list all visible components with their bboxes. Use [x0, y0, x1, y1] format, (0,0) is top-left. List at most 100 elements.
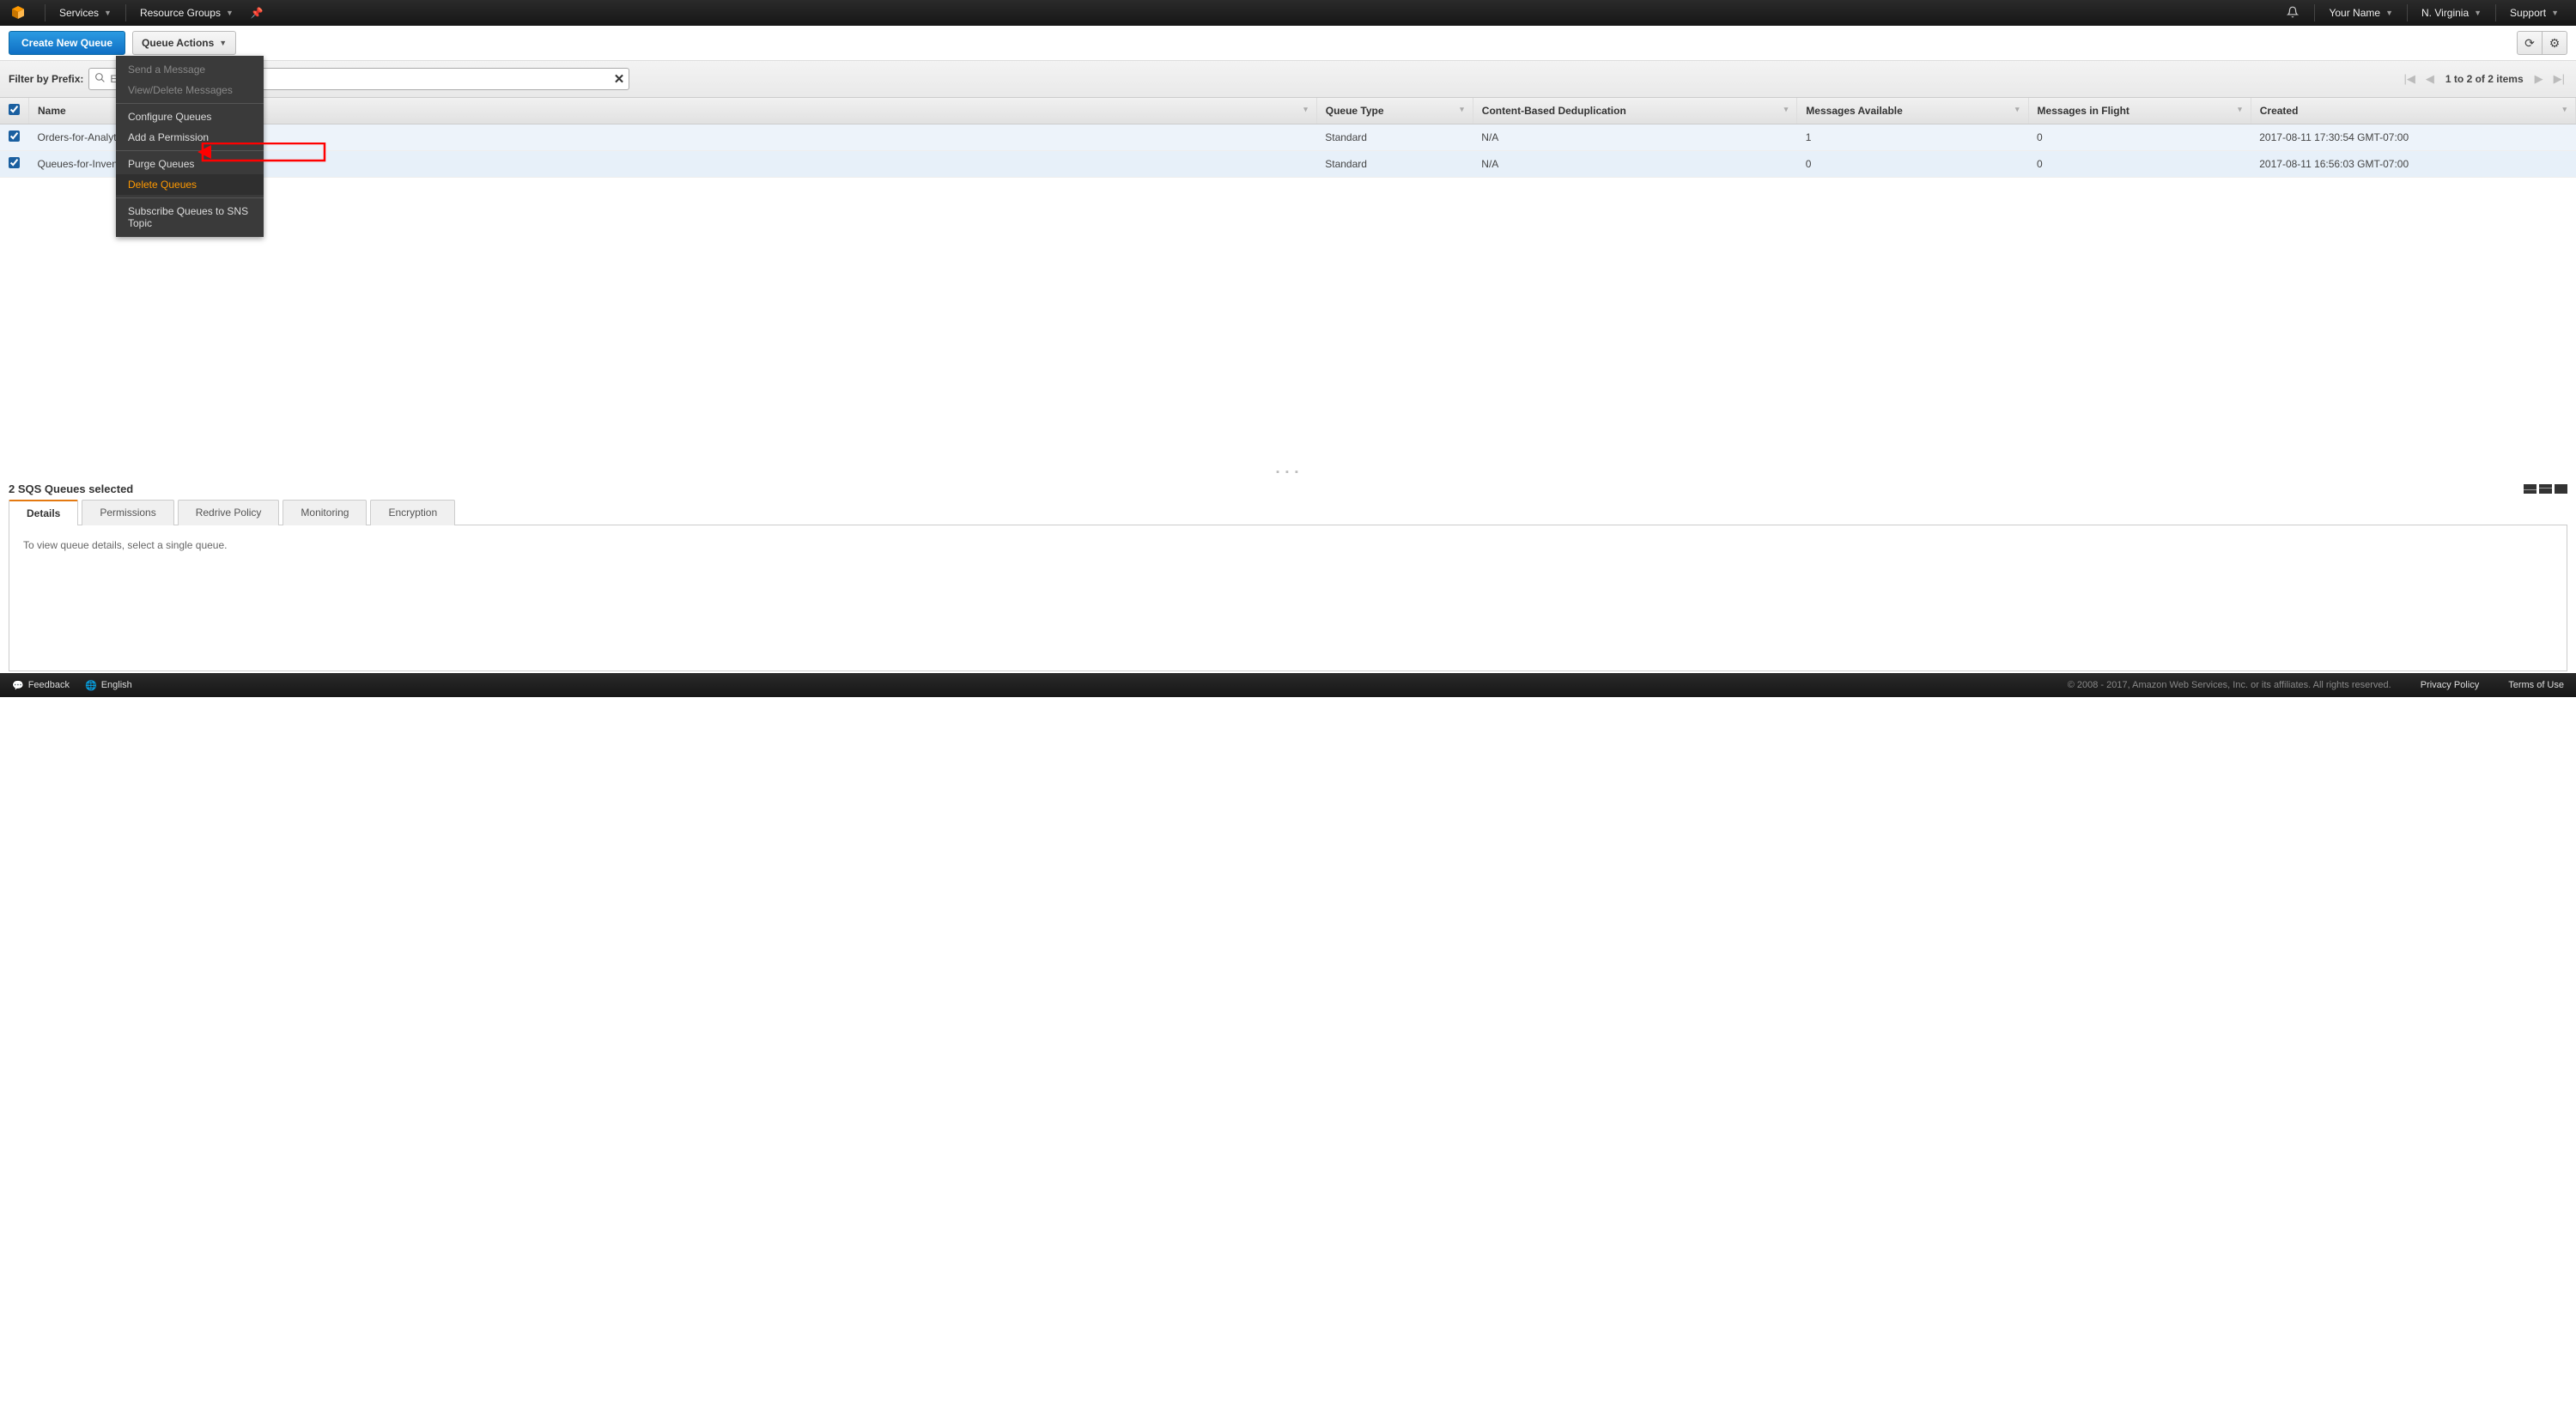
tab-details[interactable]: Details — [9, 500, 78, 525]
layout-full-icon[interactable] — [2555, 484, 2567, 494]
pager-status: 1 to 2 of 2 items — [2442, 73, 2527, 85]
pager-prev-button[interactable]: ◀ — [2423, 70, 2437, 88]
menu-configure-queues[interactable]: Configure Queues — [116, 106, 264, 127]
row-checkbox[interactable] — [9, 130, 20, 142]
notifications-icon[interactable] — [2276, 6, 2309, 21]
cell-type: Standard — [1316, 151, 1473, 178]
nav-region-label: N. Virginia — [2421, 7, 2469, 19]
row-checkbox[interactable] — [9, 157, 20, 168]
pager-last-button[interactable]: ▶| — [2551, 70, 2567, 88]
clear-filter-button[interactable]: ✕ — [614, 71, 625, 87]
refresh-button[interactable]: ⟳ — [2517, 31, 2543, 55]
pager: |◀ ◀ 1 to 2 of 2 items ▶ ▶| — [2402, 70, 2567, 88]
nav-support[interactable]: Support ▼ — [2501, 0, 2567, 26]
nav-services[interactable]: Services ▼ — [51, 0, 120, 26]
cell-created: 2017-08-11 17:30:54 GMT-07:00 — [2251, 124, 2575, 151]
menu-purge-queues[interactable]: Purge Queues — [116, 154, 264, 174]
nav-user[interactable]: Your Name ▼ — [2320, 0, 2402, 26]
caret-down-icon: ▼ — [2385, 9, 2393, 17]
menu-delete-queues[interactable]: Delete Queues — [116, 174, 264, 195]
nav-support-label: Support — [2510, 7, 2546, 19]
layout-icons — [2524, 484, 2567, 494]
layout-bottom-icon[interactable] — [2539, 484, 2552, 494]
sort-caret-icon: ▾ — [2562, 105, 2567, 114]
pager-next-button[interactable]: ▶ — [2532, 70, 2546, 88]
menu-send-message: Send a Message — [116, 59, 264, 80]
refresh-icon: ⟳ — [2524, 36, 2535, 51]
cell-avail: 1 — [1797, 124, 2028, 151]
table-row[interactable]: Queues-for-Invento Standard N/A 0 0 2017… — [0, 151, 2576, 178]
tab-body-text: To view queue details, select a single q… — [23, 539, 228, 551]
queues-table: Name▾ Queue Type▾ Content-Based Deduplic… — [0, 98, 2576, 178]
select-all-checkbox[interactable] — [9, 104, 20, 115]
cell-dedup: N/A — [1473, 124, 1797, 151]
cell-flight: 0 — [2028, 151, 2251, 178]
footer: 💬Feedback 🌐English © 2008 - 2017, Amazon… — [0, 673, 2576, 697]
filter-bar: Filter by Prefix: ✕ |◀ ◀ 1 to 2 of 2 ite… — [0, 61, 2576, 98]
top-nav: Services▼ Resource Groups▼ 📌 Your Name▼ … — [0, 0, 2576, 26]
panel-splitter[interactable]: ▪ ▪ ▪ — [9, 465, 2567, 479]
tabs: Details Permissions Redrive Policy Monit… — [9, 499, 2567, 525]
menu-divider — [116, 197, 264, 198]
caret-down-icon: ▼ — [104, 9, 112, 17]
terms-link[interactable]: Terms of Use — [2508, 680, 2564, 690]
col-dedup[interactable]: Content-Based Deduplication▾ — [1473, 98, 1797, 124]
caret-down-icon: ▼ — [2551, 9, 2559, 17]
col-flight[interactable]: Messages in Flight▾ — [2028, 98, 2251, 124]
gear-icon: ⚙ — [2549, 36, 2561, 51]
nav-services-label: Services — [59, 7, 99, 19]
col-created[interactable]: Created▾ — [2251, 98, 2575, 124]
tab-redrive[interactable]: Redrive Policy — [178, 500, 280, 525]
tab-permissions[interactable]: Permissions — [82, 500, 173, 525]
feedback-link[interactable]: 💬Feedback — [12, 680, 70, 691]
cell-flight: 0 — [2028, 124, 2251, 151]
nav-region[interactable]: N. Virginia ▼ — [2413, 0, 2490, 26]
sort-caret-icon: ▾ — [1303, 105, 1308, 114]
sort-caret-icon: ▾ — [2015, 105, 2020, 114]
privacy-link[interactable]: Privacy Policy — [2421, 680, 2479, 690]
search-icon — [94, 72, 106, 86]
close-icon: ✕ — [614, 72, 625, 87]
menu-divider — [116, 103, 264, 104]
menu-subscribe-sns[interactable]: Subscribe Queues to SNS Topic — [116, 201, 264, 234]
pin-icon: 📌 — [251, 7, 264, 19]
globe-icon: 🌐 — [85, 680, 97, 691]
aws-logo-icon[interactable] — [9, 3, 27, 22]
cell-dedup: N/A — [1473, 151, 1797, 178]
pager-first-button[interactable]: |◀ — [2402, 70, 2418, 88]
col-type[interactable]: Queue Type▾ — [1316, 98, 1473, 124]
tab-body: To view queue details, select a single q… — [9, 525, 2567, 671]
queue-actions-button[interactable]: Queue Actions ▼ — [132, 31, 236, 55]
filter-label: Filter by Prefix: — [9, 73, 83, 85]
cell-created: 2017-08-11 16:56:03 GMT-07:00 — [2251, 151, 2575, 178]
create-queue-button[interactable]: Create New Queue — [9, 31, 125, 55]
sort-caret-icon: ▾ — [1784, 105, 1789, 114]
cell-type: Standard — [1316, 124, 1473, 151]
col-select-all[interactable] — [0, 98, 29, 124]
speech-icon: 💬 — [12, 680, 24, 691]
menu-view-delete-messages: View/Delete Messages — [116, 80, 264, 100]
layout-split-icon[interactable] — [2524, 484, 2537, 494]
copyright: © 2008 - 2017, Amazon Web Services, Inc.… — [2068, 680, 2391, 690]
table-row[interactable]: Orders-for-Analytic Standard N/A 1 0 201… — [0, 124, 2576, 151]
sort-caret-icon: ▾ — [1460, 105, 1464, 114]
settings-button[interactable]: ⚙ — [2542, 31, 2567, 55]
nav-pin[interactable]: 📌 — [242, 0, 272, 26]
language-link[interactable]: 🌐English — [85, 680, 132, 691]
tab-monitoring[interactable]: Monitoring — [283, 500, 367, 525]
nav-resource-groups[interactable]: Resource Groups▼ — [131, 0, 242, 26]
caret-down-icon: ▼ — [219, 39, 227, 47]
sort-caret-icon: ▾ — [2238, 105, 2242, 114]
selection-title: 2 SQS Queues selected — [9, 482, 133, 495]
cell-avail: 0 — [1797, 151, 2028, 178]
queue-actions-menu: Send a Message View/Delete Messages Conf… — [116, 56, 264, 237]
nav-user-label: Your Name — [2329, 7, 2380, 19]
queue-actions-label: Queue Actions — [142, 37, 214, 49]
caret-down-icon: ▼ — [2474, 9, 2482, 17]
caret-down-icon: ▼ — [226, 9, 234, 17]
menu-divider — [116, 150, 264, 151]
menu-add-permission[interactable]: Add a Permission — [116, 127, 264, 148]
col-avail[interactable]: Messages Available▾ — [1797, 98, 2028, 124]
tab-encryption[interactable]: Encryption — [370, 500, 455, 525]
toolbar: Create New Queue Queue Actions ▼ ⟳ ⚙ — [0, 26, 2576, 61]
